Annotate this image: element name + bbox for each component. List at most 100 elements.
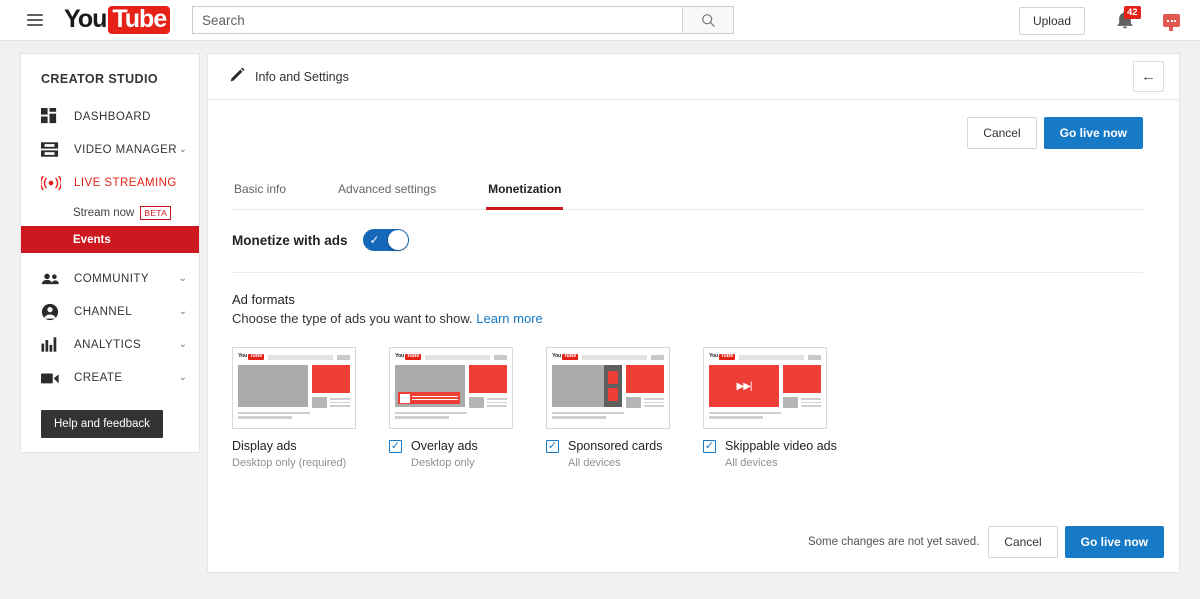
unsaved-changes-note: Some changes are not yet saved. bbox=[808, 536, 979, 548]
monetize-with-ads-row: Monetize with ads ✓ bbox=[208, 210, 1179, 251]
ad-format-name: Skippable video ads bbox=[725, 439, 837, 453]
live-streaming-icon bbox=[41, 173, 62, 193]
ad-format-skippable-video-ads[interactable]: YouTube ▶▶| bbox=[703, 347, 843, 469]
thumb-player-area bbox=[552, 365, 622, 407]
help-and-feedback-button[interactable]: Help and feedback bbox=[41, 410, 163, 438]
sidebar: CREATOR STUDIO DASHBOARD VIDEO MANAGER ⌄ bbox=[20, 53, 200, 453]
ad-format-display-ads[interactable]: YouTube Display ad bbox=[232, 347, 372, 469]
community-icon bbox=[41, 269, 62, 289]
back-arrow-icon: ← bbox=[1141, 68, 1156, 85]
masthead-actions: Upload 42 bbox=[1019, 0, 1180, 41]
ad-format-availability: Desktop only bbox=[411, 457, 529, 469]
sidebar-item-community[interactable]: COMMUNITY ⌄ bbox=[21, 262, 199, 295]
sidebar-item-label: COMMUNITY bbox=[74, 273, 149, 285]
sidebar-item-live-streaming[interactable]: LIVE STREAMING bbox=[21, 166, 199, 199]
ad-format-availability: All devices bbox=[568, 457, 686, 469]
tab-advanced-settings[interactable]: Advanced settings bbox=[336, 172, 438, 210]
thumb-logo-tube: Tube bbox=[719, 354, 735, 361]
masthead: You Tube Upload 42 bbox=[0, 0, 1200, 41]
thumb-logo-tube: Tube bbox=[562, 354, 578, 361]
ad-formats-title: Ad formats bbox=[208, 273, 1179, 307]
page-title: Info and Settings bbox=[255, 70, 349, 84]
ad-format-name: Display ads bbox=[232, 439, 297, 453]
ad-formats-subtitle-text: Choose the type of ads you want to show. bbox=[232, 311, 473, 326]
sidebar-item-label: DASHBOARD bbox=[74, 111, 151, 123]
chevron-down-icon: ⌄ bbox=[179, 372, 187, 383]
sidebar-title: CREATOR STUDIO bbox=[21, 54, 199, 100]
search-button[interactable] bbox=[682, 6, 734, 34]
sidebar-item-label: CREATE bbox=[74, 372, 123, 384]
ad-format-overlay-ads[interactable]: YouTube bbox=[389, 347, 529, 469]
chevron-down-icon: ⌄ bbox=[179, 306, 187, 317]
ad-format-availability: All devices bbox=[725, 457, 843, 469]
card-header: Info and Settings ← bbox=[208, 54, 1179, 100]
sidebar-item-label: CHANNEL bbox=[74, 306, 132, 318]
ad-format-checkbox-skippable[interactable]: ✓ bbox=[703, 440, 716, 453]
sidebar-subitem-stream-now[interactable]: Stream now BETA bbox=[21, 199, 199, 226]
chevron-down-icon: ⌄ bbox=[179, 273, 187, 284]
thumb-youtube-logo: YouTube bbox=[709, 354, 735, 361]
hamburger-icon[interactable] bbox=[27, 14, 43, 26]
ad-format-thumbnail-display: YouTube bbox=[232, 347, 356, 429]
tab-basic-info[interactable]: Basic info bbox=[232, 172, 288, 210]
ad-formats-subtitle: Choose the type of ads you want to show.… bbox=[208, 307, 1179, 326]
dashboard-icon bbox=[41, 107, 62, 127]
ad-format-thumbnail-skippable: YouTube ▶▶| bbox=[703, 347, 827, 429]
sidebar-item-create[interactable]: CREATE ⌄ bbox=[21, 361, 199, 394]
channel-icon bbox=[41, 302, 62, 322]
search-icon bbox=[701, 13, 716, 28]
monetize-with-ads-label: Monetize with ads bbox=[232, 233, 348, 248]
search-bar bbox=[192, 6, 734, 34]
ad-format-checkbox-sponsored-cards[interactable]: ✓ bbox=[546, 440, 559, 453]
ad-format-availability: Desktop only (required) bbox=[232, 457, 372, 469]
sidebar-item-channel[interactable]: CHANNEL ⌄ bbox=[21, 295, 199, 328]
go-live-now-button-top[interactable]: Go live now bbox=[1044, 117, 1143, 149]
sidebar-item-label: LIVE STREAMING bbox=[74, 177, 177, 189]
learn-more-link[interactable]: Learn more bbox=[476, 311, 542, 326]
thumb-player-area: ▶▶| bbox=[709, 365, 779, 407]
cancel-button-bottom[interactable]: Cancel bbox=[988, 526, 1057, 558]
video-manager-icon bbox=[41, 140, 62, 160]
sidebar-subitem-label: Events bbox=[73, 234, 111, 246]
avatar[interactable] bbox=[1163, 14, 1180, 27]
bottom-action-row: Some changes are not yet saved. Cancel G… bbox=[808, 526, 1164, 558]
thumb-logo-you: You bbox=[709, 354, 718, 360]
check-icon: ✓ bbox=[705, 441, 714, 452]
thumb-logo-you: You bbox=[395, 354, 404, 360]
ad-formats-grid: YouTube Display ad bbox=[208, 326, 1179, 469]
check-icon: ✓ bbox=[548, 441, 557, 452]
back-button[interactable]: ← bbox=[1133, 61, 1164, 92]
upload-button[interactable]: Upload bbox=[1019, 7, 1085, 35]
cancel-button-top[interactable]: Cancel bbox=[967, 117, 1036, 149]
tab-monetization[interactable]: Monetization bbox=[486, 172, 563, 210]
sidebar-subitem-events[interactable]: Events bbox=[21, 226, 199, 253]
go-live-now-button-bottom[interactable]: Go live now bbox=[1065, 526, 1164, 558]
check-icon: ✓ bbox=[391, 441, 400, 452]
toggle-check-icon: ✓ bbox=[370, 234, 380, 246]
ad-format-thumbnail-sponsored-cards: YouTube bbox=[546, 347, 670, 429]
sidebar-item-dashboard[interactable]: DASHBOARD bbox=[21, 100, 199, 133]
thumb-logo-tube: Tube bbox=[248, 354, 264, 361]
ad-format-thumbnail-overlay: YouTube bbox=[389, 347, 513, 429]
sidebar-item-analytics[interactable]: ANALYTICS ⌄ bbox=[21, 328, 199, 361]
thumb-youtube-logo: YouTube bbox=[552, 354, 578, 361]
thumb-overlay-ad-banner bbox=[398, 392, 460, 404]
top-action-row: Cancel Go live now bbox=[208, 100, 1179, 149]
thumb-display-ad-block bbox=[626, 365, 664, 393]
youtube-logo[interactable]: You Tube bbox=[64, 6, 170, 34]
monetize-with-ads-toggle[interactable]: ✓ bbox=[363, 229, 409, 251]
ad-format-checkbox-overlay[interactable]: ✓ bbox=[389, 440, 402, 453]
logo-text-tube: Tube bbox=[108, 6, 170, 34]
notifications-button[interactable]: 42 bbox=[1115, 9, 1137, 33]
beta-badge: BETA bbox=[140, 206, 171, 220]
search-input[interactable] bbox=[192, 6, 682, 34]
pencil-icon bbox=[230, 67, 245, 87]
ad-format-sponsored-cards[interactable]: YouTube bbox=[546, 347, 686, 469]
create-icon bbox=[41, 368, 62, 388]
toggle-knob bbox=[388, 230, 408, 250]
ad-format-name: Overlay ads bbox=[411, 439, 478, 453]
sidebar-item-video-manager[interactable]: VIDEO MANAGER ⌄ bbox=[21, 133, 199, 166]
skip-icon: ▶▶| bbox=[737, 381, 752, 392]
ad-format-name: Sponsored cards bbox=[568, 439, 663, 453]
chevron-down-icon: ⌄ bbox=[179, 339, 187, 350]
